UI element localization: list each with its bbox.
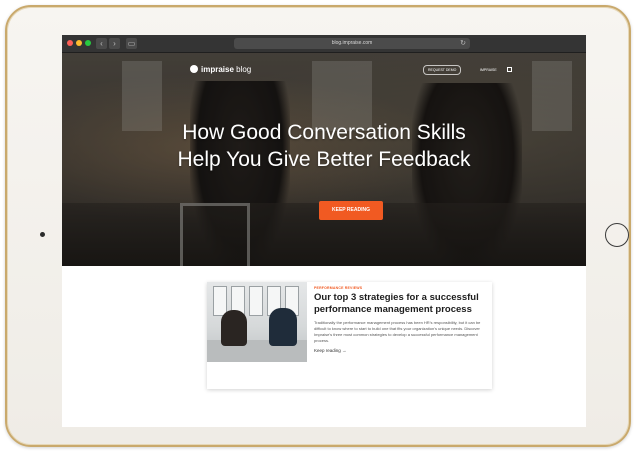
address-text: blog.impraise.com [331, 40, 373, 46]
article-excerpt: Traditionally the performance management… [314, 320, 481, 343]
close-window-button[interactable] [67, 40, 73, 46]
article-thumbnail[interactable] [207, 282, 307, 362]
keep-reading-button[interactable]: KEEP READING [319, 201, 383, 220]
sidebar-toggle-icon[interactable]: ▭ [126, 38, 137, 49]
reload-icon[interactable]: ↻ [460, 38, 466, 49]
front-camera [40, 232, 45, 237]
zoom-window-button[interactable] [85, 40, 91, 46]
address-bar[interactable]: blog.impraise.com ↻ [234, 38, 470, 49]
thumbnail-person [269, 308, 297, 346]
page-content: PERFORMANCE REVIEWS Our top 3 strategies… [62, 266, 586, 427]
logo-suffix: blog [233, 65, 252, 74]
article-body: PERFORMANCE REVIEWS Our top 3 strategies… [314, 286, 484, 353]
impraise-link[interactable]: IMPRAISE [480, 66, 497, 74]
browser-toolbar: ‹ › ▭ blog.impraise.com ↻ [62, 35, 586, 53]
home-button[interactable] [605, 223, 629, 247]
hero-title-line: How Good Conversation Skills [182, 121, 466, 144]
logo-text: impraise [201, 65, 234, 74]
site-logo[interactable]: impraise blog [190, 65, 251, 74]
external-link-icon[interactable] [507, 67, 512, 72]
thumbnail-window [249, 286, 263, 316]
tablet-screen: ‹ › ▭ blog.impraise.com ↻ impraise blog … [62, 35, 586, 427]
thumbnail-person [221, 310, 247, 346]
article-title[interactable]: Our top 3 strategies for a successful pe… [314, 292, 484, 316]
logo-icon [190, 65, 198, 73]
article-card[interactable]: PERFORMANCE REVIEWS Our top 3 strategies… [207, 282, 492, 389]
article-keep-reading-link[interactable]: Keep reading → [314, 348, 484, 353]
request-demo-button[interactable]: REQUEST DEMO [423, 65, 462, 75]
back-button[interactable]: ‹ [96, 38, 107, 49]
forward-button[interactable]: › [109, 38, 120, 49]
hero-banner: impraise blog REQUEST DEMO IMPRAISE How … [62, 53, 586, 266]
hero-title: How Good Conversation Skills Help You Gi… [62, 119, 586, 173]
minimize-window-button[interactable] [76, 40, 82, 46]
article-category[interactable]: PERFORMANCE REVIEWS [314, 286, 484, 290]
hero-title-line: Help You Give Better Feedback [177, 148, 471, 171]
